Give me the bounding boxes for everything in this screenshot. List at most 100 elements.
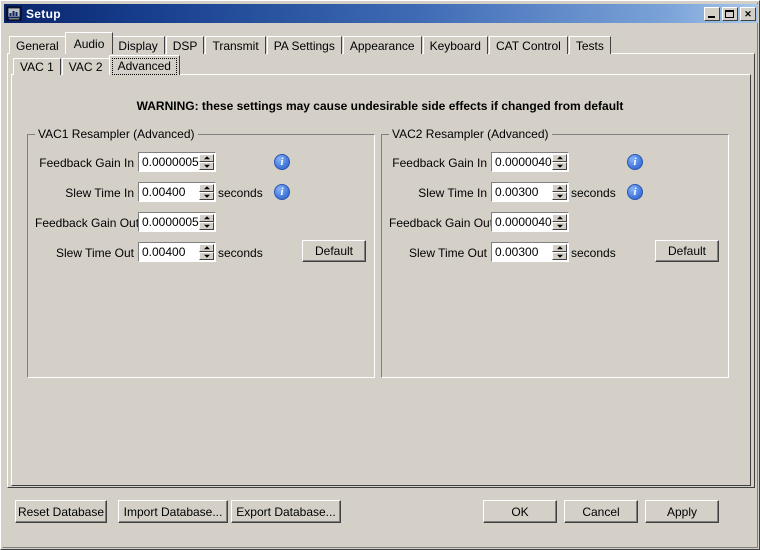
cancel-button[interactable]: Cancel — [564, 500, 638, 523]
default-button-label: Default — [667, 244, 707, 258]
tab-dsp[interactable]: DSP — [165, 36, 205, 54]
spinner-up-icon[interactable] — [552, 214, 567, 222]
tab-label: Keyboard — [429, 39, 481, 53]
info-icon[interactable]: i — [274, 184, 290, 200]
spinner-value[interactable]: 0.00300 — [492, 185, 538, 199]
spinner-up-icon[interactable] — [199, 184, 214, 192]
spinner-up-icon[interactable] — [199, 154, 214, 162]
tab-label: Appearance — [349, 39, 415, 53]
tab-label: Audio — [73, 37, 105, 51]
ok-button[interactable]: OK — [483, 500, 557, 523]
groupbox-title: VAC1 Resampler (Advanced) — [35, 127, 198, 141]
label-feedback-gain-out: Feedback Gain Out — [389, 216, 494, 230]
spinner-value[interactable]: 0.00400 — [139, 245, 185, 259]
window-controls: ✕ — [704, 6, 758, 21]
inner-tab-strip: VAC 1 VAC 2 Advanced — [13, 55, 180, 75]
groupbox-title: VAC2 Resampler (Advanced) — [389, 127, 552, 141]
label-slew-time-in: Slew Time In — [418, 186, 487, 200]
spinner-buttons — [199, 214, 214, 230]
units-label: seconds — [218, 246, 263, 260]
spinner-feedback-gain-out[interactable]: 0.00000400 — [491, 212, 569, 232]
tab-transmit[interactable]: Transmit — [205, 36, 266, 54]
minimize-button[interactable] — [704, 6, 720, 21]
close-button[interactable]: ✕ — [740, 6, 756, 21]
default-button-vac1[interactable]: Default — [302, 240, 366, 262]
import-database-button[interactable]: Import Database... — [118, 500, 228, 523]
label-feedback-gain-in: Feedback Gain In — [39, 156, 134, 170]
tab-pa-settings[interactable]: PA Settings — [266, 36, 342, 54]
title-bar[interactable]: Setup ✕ — [4, 4, 758, 23]
subtab-vac-1[interactable]: VAC 1 — [13, 58, 61, 75]
spinner-feedback-gain-out[interactable]: 0.00000050 — [138, 212, 216, 232]
spinner-down-icon[interactable] — [199, 162, 214, 170]
spinner-up-icon[interactable] — [199, 214, 214, 222]
spinner-slew-time-out[interactable]: 0.00400 — [138, 242, 216, 262]
spinner-up-icon[interactable] — [552, 244, 567, 252]
spinner-value[interactable]: 0.00300 — [492, 245, 538, 259]
label-slew-time-out: Slew Time Out — [55, 246, 134, 260]
app-window-icon — [6, 6, 22, 22]
units-label: seconds — [571, 186, 616, 200]
reset-database-button[interactable]: Reset Database — [15, 500, 107, 523]
spinner-buttons — [199, 154, 214, 170]
reset-database-label: Reset Database — [17, 504, 105, 519]
export-database-label: Export Database... — [236, 504, 336, 519]
export-database-button[interactable]: Export Database... — [231, 500, 341, 523]
spinner-value[interactable]: 0.00000050 — [139, 215, 205, 229]
info-icon-glyph: i — [633, 156, 637, 168]
spinner-down-icon[interactable] — [552, 192, 567, 200]
spinner-buttons — [199, 244, 214, 260]
spinner-feedback-gain-in[interactable]: 0.00000050 — [138, 152, 216, 172]
focus-rectangle — [111, 58, 177, 75]
tab-label: DSP — [172, 39, 198, 53]
spinner-buttons — [552, 154, 567, 170]
subtab-vac-2[interactable]: VAC 2 — [61, 58, 110, 75]
spinner-value[interactable]: 0.00000050 — [139, 155, 205, 169]
tab-appearance[interactable]: Appearance — [342, 36, 422, 54]
subtab-advanced[interactable]: Advanced — [108, 55, 180, 75]
spinner-down-icon[interactable] — [552, 162, 567, 170]
warning-text: WARNING: these settings may cause undesi… — [136, 99, 624, 113]
spinner-slew-time-out[interactable]: 0.00300 — [491, 242, 569, 262]
default-button-vac2[interactable]: Default — [655, 240, 719, 262]
info-icon-glyph: i — [280, 186, 284, 198]
tab-tests[interactable]: Tests — [568, 36, 611, 54]
spinner-value[interactable]: 0.00000400 — [492, 155, 558, 169]
subtab-label: VAC 2 — [68, 60, 103, 74]
tab-label: Transmit — [212, 39, 259, 53]
tab-label: Display — [118, 39, 158, 53]
spinner-down-icon[interactable] — [552, 252, 567, 260]
info-icon[interactable]: i — [274, 154, 290, 170]
spinner-up-icon[interactable] — [199, 244, 214, 252]
spinner-up-icon[interactable] — [552, 184, 567, 192]
tab-keyboard[interactable]: Keyboard — [422, 36, 488, 54]
spinner-down-icon[interactable] — [199, 252, 214, 260]
spinner-down-icon[interactable] — [199, 222, 214, 230]
spinner-value[interactable]: 0.00400 — [139, 185, 185, 199]
spinner-feedback-gain-in[interactable]: 0.00000400 — [491, 152, 569, 172]
tab-general[interactable]: General — [9, 36, 66, 54]
spinner-value[interactable]: 0.00000400 — [492, 215, 558, 229]
units-label: seconds — [218, 186, 263, 200]
tab-audio[interactable]: Audio — [64, 32, 114, 54]
tab-label: General — [16, 39, 59, 53]
info-icon-glyph: i — [280, 156, 284, 168]
maximize-button[interactable] — [722, 6, 738, 21]
tab-display[interactable]: Display — [111, 36, 165, 54]
outer-tab-strip: General Audio Display DSP Transmit PA Setting… — [9, 32, 612, 54]
spinner-down-icon[interactable] — [199, 192, 214, 200]
spinner-slew-time-in[interactable]: 0.00300 — [491, 182, 569, 202]
spinner-buttons — [552, 214, 567, 230]
tab-label: Tests — [575, 39, 604, 53]
apply-button[interactable]: Apply — [645, 500, 719, 523]
info-icon[interactable]: i — [627, 154, 643, 170]
spinner-slew-time-in[interactable]: 0.00400 — [138, 182, 216, 202]
apply-label: Apply — [666, 504, 698, 519]
tab-cat-control[interactable]: CAT Control — [488, 36, 568, 54]
spinner-up-icon[interactable] — [552, 154, 567, 162]
subtab-label: VAC 1 — [20, 60, 54, 74]
spinner-down-icon[interactable] — [552, 222, 567, 230]
spinner-buttons — [552, 244, 567, 260]
spinner-buttons — [552, 184, 567, 200]
info-icon[interactable]: i — [627, 184, 643, 200]
